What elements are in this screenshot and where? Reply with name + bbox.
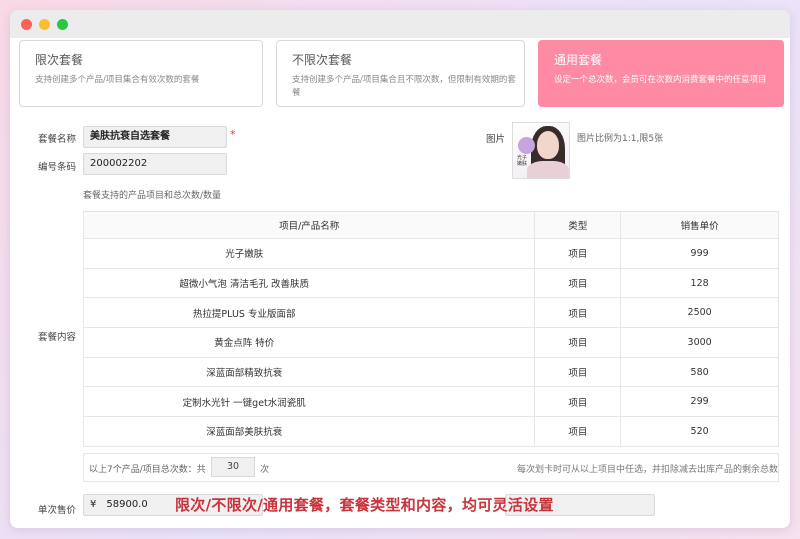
card-title: 通用套餐	[554, 53, 603, 67]
item-type: 项目	[534, 327, 622, 358]
unit-price-value: 58900.0	[106, 499, 148, 510]
item-price: 580	[620, 356, 779, 388]
table-header-row: 项目/产品名称 类型 销售单价	[82, 211, 779, 239]
package-items-table: 项目/产品名称 类型 销售单价 光子嫩肤 项目 999 超微小气泡 清洁毛孔 改…	[82, 211, 779, 447]
item-name: 深蓝面部精致抗衰	[82, 356, 536, 388]
item-price: 2500	[620, 297, 779, 329]
item-price: 520	[620, 416, 779, 447]
summary-note: 每次划卡时可从以上项目中任选，并扣除减去出库产品的剩余总数	[516, 465, 778, 475]
item-price: 128	[620, 267, 779, 299]
col-header-name: 项目/产品名称	[82, 211, 536, 239]
package-content-label: 套餐内容	[38, 332, 77, 343]
item-name: 定制水光针 一键get水润瓷肌	[82, 386, 536, 418]
product-badge-icon	[518, 137, 535, 154]
table-row[interactable]: 超微小气泡 清洁毛孔 改善肤质 项目 128	[82, 267, 779, 299]
item-price: 3000	[620, 327, 779, 358]
image-hint: 图片比例为1:1,限5张	[577, 134, 664, 144]
item-type: 项目	[534, 416, 622, 447]
portrait-face	[537, 131, 559, 159]
card-unlimited-package[interactable]: 不限次套餐 支持创建多个产品/项目集合且不限次数，但限制有效期的套餐	[276, 40, 525, 107]
card-description: 支持创建多个产品/项目集合且不限次数，但限制有效期的套餐	[292, 75, 516, 98]
portrait-body	[527, 161, 569, 178]
table-row[interactable]: 深蓝面部精致抗衰 项目 580	[82, 356, 779, 388]
item-price: 999	[620, 238, 779, 269]
package-image-thumbnail[interactable]: 光子嫩肤	[512, 122, 570, 179]
item-name: 深蓝面部美肤抗衰	[82, 416, 536, 447]
app-window: 限次套餐 支持创建多个产品/项目集合有效次数的套餐 不限次套餐 支持创建多个产品…	[10, 10, 790, 528]
item-type: 项目	[534, 297, 622, 329]
item-type: 项目	[534, 386, 622, 418]
table-row[interactable]: 深蓝面部美肤抗衰 项目 520	[82, 416, 779, 447]
total-count-summary: 以上7个产品/项目总次数：共 30 次 每次划卡时可从以上项目中任选，并扣除减去…	[83, 453, 779, 482]
summary-suffix: 次	[260, 465, 270, 475]
card-description: 支持创建多个产品/项目集合有效次数的套餐	[35, 75, 200, 85]
card-limited-package[interactable]: 限次套餐 支持创建多个产品/项目集合有效次数的套餐	[19, 40, 263, 107]
card-title: 限次套餐	[35, 53, 84, 67]
code-input[interactable]: 200002202	[83, 153, 227, 175]
item-price: 299	[620, 386, 779, 418]
card-description: 设定一个总次数，会员可在次数内消费套餐中的任意项目	[554, 75, 767, 85]
package-name-input[interactable]: 美肤抗衰自选套餐	[83, 126, 227, 148]
title-bar	[10, 10, 790, 38]
code-label: 编号条码	[38, 162, 77, 173]
currency-symbol: ¥	[90, 499, 97, 510]
package-name-label: 套餐名称	[38, 134, 77, 145]
table-row[interactable]: 定制水光针 一键get水润瓷肌 项目 299	[82, 386, 779, 418]
item-name: 超微小气泡 清洁毛孔 改善肤质	[82, 267, 536, 299]
items-hint: 套餐支持的产品项目和总次数/数量	[83, 191, 222, 201]
image-label: 图片	[486, 134, 506, 145]
summary-prefix: 以上7个产品/项目总次数：共	[89, 465, 206, 475]
item-name: 光子嫩肤	[82, 238, 536, 269]
required-mark: *	[230, 128, 236, 141]
table-row[interactable]: 光子嫩肤 项目 999	[82, 238, 779, 269]
maximize-window-button[interactable]	[57, 19, 68, 30]
item-name: 热拉提PLUS 专业版面部	[82, 297, 536, 329]
item-type: 项目	[534, 238, 622, 269]
item-type: 项目	[534, 356, 622, 388]
col-header-type: 类型	[534, 211, 622, 239]
item-name: 黄金点阵 特价	[82, 327, 536, 358]
card-title: 不限次套餐	[292, 53, 353, 67]
item-type: 项目	[534, 267, 622, 299]
minimize-window-button[interactable]	[39, 19, 50, 30]
unit-price-label: 单次售价	[38, 505, 77, 516]
close-window-button[interactable]	[21, 19, 32, 30]
card-universal-package[interactable]: 通用套餐 设定一个总次数，会员可在次数内消费套餐中的任意项目	[538, 40, 784, 107]
promo-caption: 限次/不限次/通用套餐，套餐类型和内容，均可灵活设置	[175, 496, 554, 514]
thumbnail-caption: 光子嫩肤	[517, 155, 528, 167]
table-row[interactable]: 热拉提PLUS 专业版面部 项目 2500	[82, 297, 779, 329]
table-row[interactable]: 黄金点阵 特价 项目 3000	[82, 327, 779, 358]
col-header-price: 销售单价	[620, 211, 779, 239]
total-count-input[interactable]: 30	[211, 457, 255, 477]
